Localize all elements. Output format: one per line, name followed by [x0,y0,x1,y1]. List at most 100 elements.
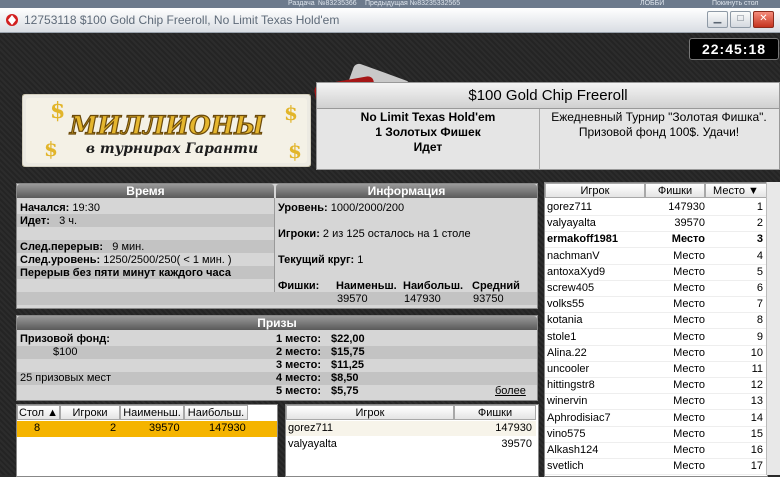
tournament-info: No Limit Texas Hold'em 1 Золотых Фишек И… [316,108,780,170]
col-header-player[interactable]: Игрок [286,405,454,420]
tables-list: Стол ▲ Игроки Наименьш. Наибольш. 8 2 39… [16,404,278,477]
svg-text:$: $ [284,101,298,125]
standings-row[interactable]: svetlich Место 17 [545,458,767,476]
standings-row[interactable]: vino575 Место 15 [545,426,767,443]
more-prizes-link[interactable]: более [495,385,526,397]
standings-cell-place: 5 [756,265,763,278]
tournament-status: Идет [413,140,443,154]
prize-place-value: $11,25 [331,359,365,371]
col-header-max[interactable]: Наибольш. [184,405,248,420]
minimize-button[interactable]: ▁ [707,11,728,28]
standings-row[interactable]: nachmanV Место 4 [545,248,767,265]
col-header-player[interactable]: Игрок [545,183,645,198]
col-header-players[interactable]: Игроки [60,405,120,420]
taskbar-item[interactable]: Предыдущая №83235332565 [365,0,460,8]
standings-cell-name: uncooler [547,363,590,375]
standings-cell-name: nachmanV [547,249,600,262]
standings-cell-name: stole1 [547,330,577,343]
next-level-row: След.уровень: 1250/2500/250( < 1 мин. ) [20,254,232,266]
taskbar-item[interactable]: №83235366 [318,0,357,8]
standings-cell-place: 13 [750,395,763,408]
table-players-list: Игрок Фишки gorez711 147930 valyayalta 3… [285,404,539,477]
standings-row[interactable]: stole1 Место 9 [545,329,767,346]
standings-cell-place: 17 [750,460,763,473]
standings-cell-name: vino575 [547,427,586,440]
table-player-row[interactable]: gorez711 147930 [286,421,536,436]
standings-row[interactable]: ermakoff1981 Место 3 [545,231,767,249]
chips-avg-label: Средний [472,280,520,292]
col-header-chips[interactable]: Фишки [645,183,705,198]
standings-scrollbar[interactable] [766,182,780,475]
standings-cell-chips: Место [673,395,705,408]
standings-cell-chips: Место [673,282,705,294]
standings-cell-name: ermakoff1981 [547,233,618,246]
standings-row[interactable]: Alkash124 Место 16 [545,442,767,459]
standings-row[interactable]: gorez711 147930 1 [545,199,767,216]
standings-cell-chips: Место [673,460,705,473]
logo-title: МИЛЛИОНЫ [69,111,266,140]
standings-cell-name: svetlich [547,460,584,473]
standings-cell-name: Alkash124 [547,444,599,456]
close-button[interactable]: ✕ [753,11,774,28]
standings-cell-chips: 147930 [668,201,705,213]
standings-cell-chips: Место [671,233,705,246]
standings-row[interactable]: valyayalta 39570 2 [545,215,767,233]
col-header-table[interactable]: Стол ▲ [17,405,60,420]
standings-cell-place: 2 [756,217,763,230]
standings-cell-chips: Место [673,444,705,456]
standings-cell-place: 11 [751,363,763,375]
taskbar-item[interactable]: ЛОББИ [640,0,664,8]
maximize-button[interactable]: □ [730,11,751,28]
started-row: Начался: 19:30 [20,202,100,214]
chips-min-value: 39570 [337,293,368,305]
chips-avg-value: 93750 [473,293,504,305]
prize-place-label: 2 место: [276,346,322,358]
taskbar-item[interactable]: Раздача [288,0,315,8]
chips-label: Фишки: [278,280,320,292]
standings-cell-place: 16 [750,444,763,456]
taskbar-item[interactable]: Покинуть стол [712,0,759,8]
col-header-chips[interactable]: Фишки [454,405,536,420]
app-icon [6,14,18,26]
players-row: Игроки: 2 из 125 осталось на 1 столе [278,228,471,240]
time-info-panel: Время Информация Начался: 19:30 Идет: 3 … [16,183,538,309]
table-player-row[interactable]: valyayalta 39570 [286,437,536,452]
col-header-place[interactable]: Место ▼ [705,183,767,198]
standings-row[interactable]: Alina.22 Место 10 [545,345,767,362]
prize-place-value: $5,75 [331,385,359,397]
standings-cell-place: 4 [756,249,763,262]
standings-cell-chips: Место [673,249,705,262]
standings-row[interactable]: winervin Место 13 [545,393,767,411]
standings-cell-chips: Место [673,298,705,311]
window-titlebar: 12753118 $100 Gold Chip Freeroll, No Lim… [0,8,780,33]
sort-up-icon: ▲ [47,407,59,419]
table-row[interactable]: 8 2 39570 147930 [17,421,277,437]
standings-row[interactable]: screw405 Место 6 [545,280,767,297]
standings-row[interactable]: uncooler Место 11 [545,361,767,378]
standings-row[interactable]: Aphrodisiac7 Место 14 [545,410,767,427]
prize-place-value: $22,00 [331,333,365,345]
chips-max-label: Наибольш. [403,280,464,292]
standings-cell-place: 3 [756,233,763,246]
running-row: Идет: 3 ч. [20,215,78,227]
time-header: Время [17,184,274,198]
standings-row[interactable]: volks55 Место 7 [545,296,767,314]
standings-cell-place: 10 [750,346,763,359]
prizes-header: Призы [17,316,537,330]
standings-row[interactable]: antoxaXyd9 Место 5 [545,264,767,281]
logo-subtitle: в турнирах Гаранти [86,141,258,157]
prize-place-value: $15,75 [331,346,365,358]
standings-cell-name: antoxaXyd9 [547,265,606,278]
svg-text:$: $ [288,139,302,163]
next-break-row: След.перерыв: 9 мин. [20,241,145,253]
standings-row[interactable]: kotania Место 8 [545,312,767,330]
taskbar-strip: Раздача №83235366 Предыдущая №8323533256… [0,0,780,8]
standings-cell-chips: Место [673,314,705,327]
standings-cell-place: 7 [756,298,763,311]
standings-row[interactable]: hittingstr8 Место 12 [545,377,767,395]
standings-list: Игрок Фишки Место ▼ gorez711 147930 1 valya… [544,182,768,477]
col-header-min[interactable]: Наименьш. [120,405,184,420]
standings-cell-place: 8 [756,314,763,327]
standings-cell-name: valyayalta [547,217,596,230]
game-type: No Limit Texas Hold'em [360,110,496,124]
